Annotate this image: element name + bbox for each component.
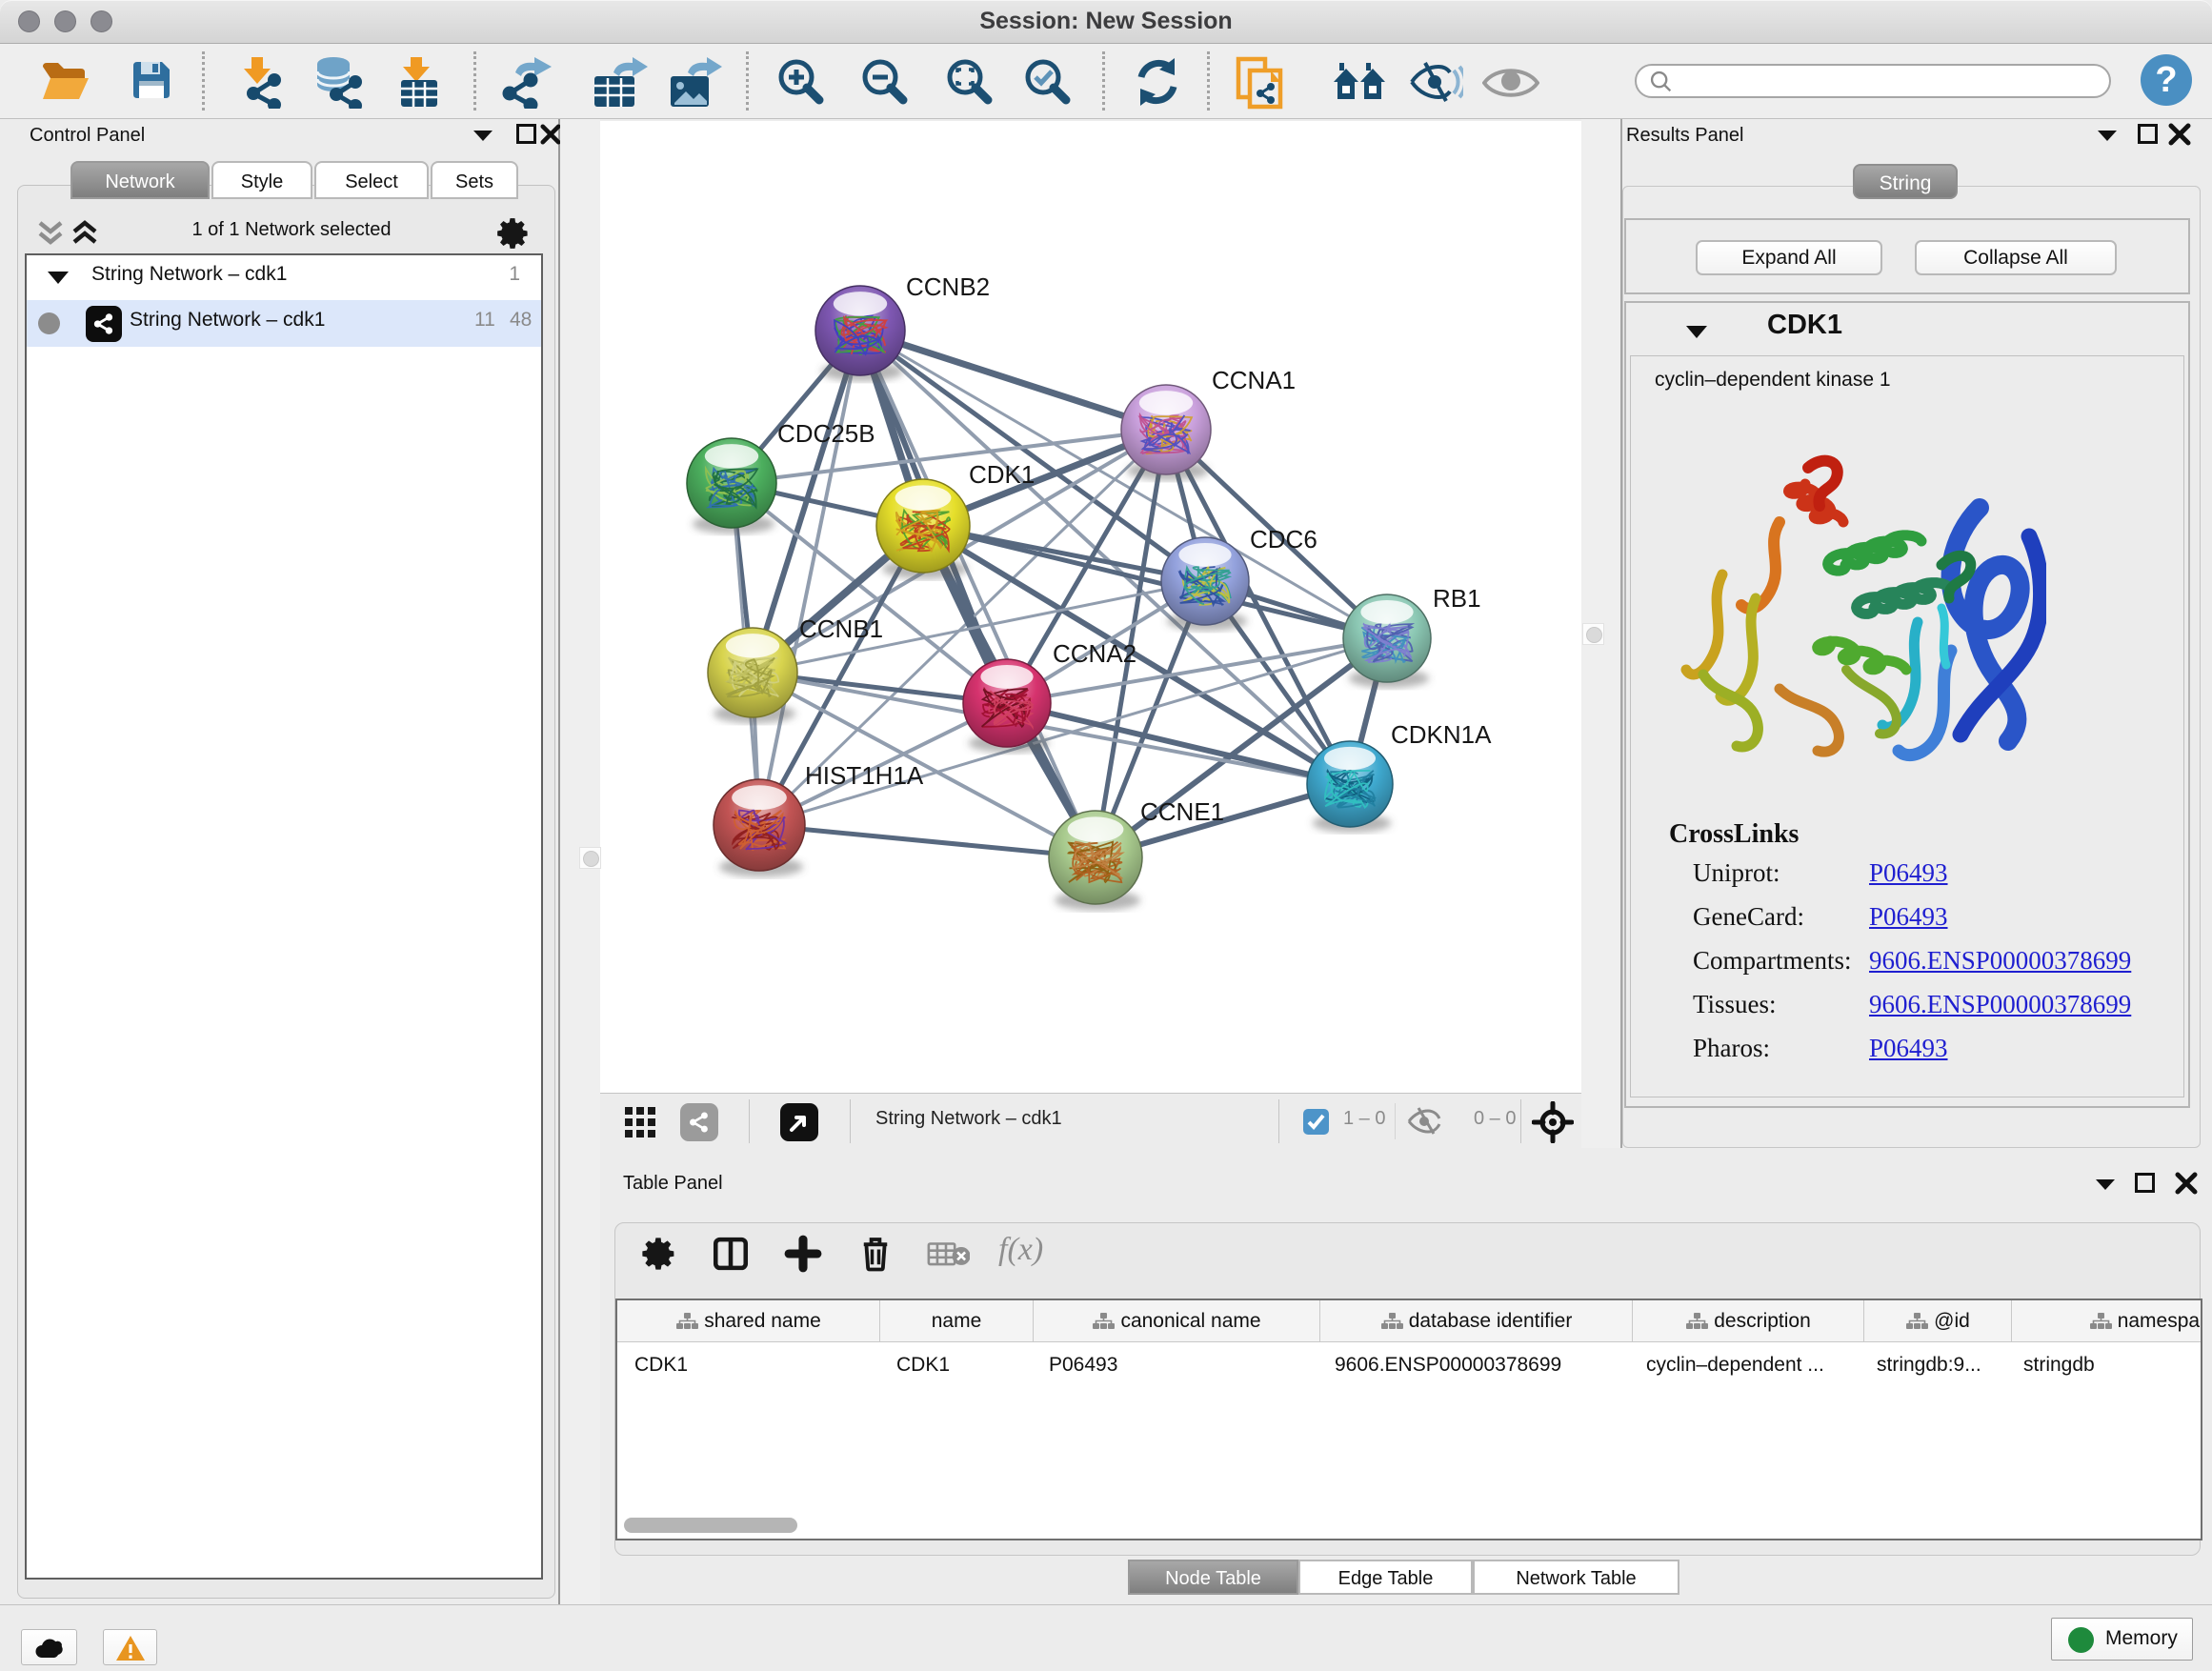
svg-text:HIST1H1A: HIST1H1A: [805, 761, 924, 790]
svg-text:CDK1: CDK1: [969, 460, 1035, 489]
svg-text:CCNB1: CCNB1: [799, 614, 883, 643]
svg-text:CCNE1: CCNE1: [1140, 797, 1224, 826]
svg-text:CDC6: CDC6: [1250, 525, 1317, 554]
svg-text:RB1: RB1: [1433, 584, 1481, 613]
svg-text:CCNA1: CCNA1: [1212, 366, 1296, 394]
svg-text:CDC25B: CDC25B: [777, 419, 875, 448]
svg-text:CCNB2: CCNB2: [906, 272, 990, 301]
svg-text:CCNA2: CCNA2: [1053, 639, 1136, 668]
svg-text:CDKN1A: CDKN1A: [1391, 720, 1492, 749]
